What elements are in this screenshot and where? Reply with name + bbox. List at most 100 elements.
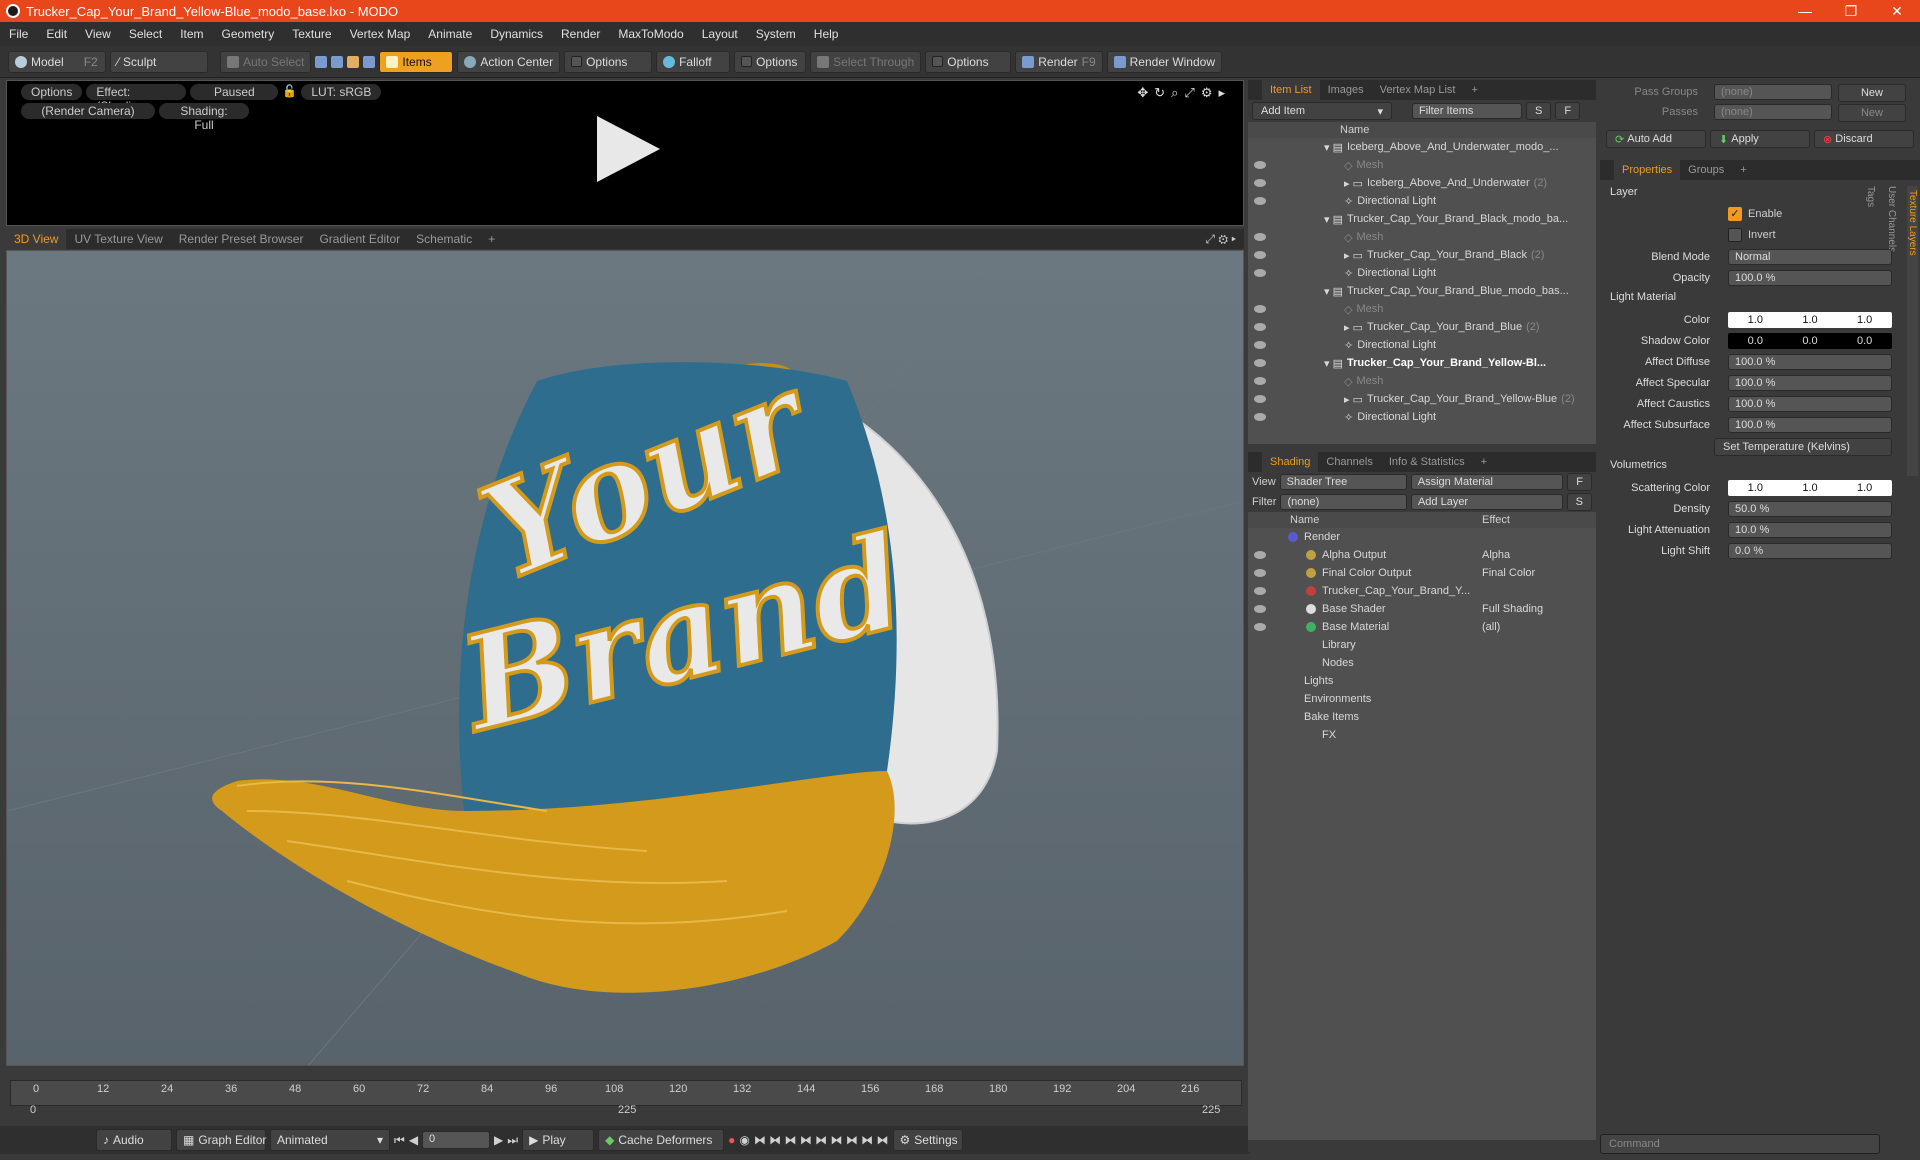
density-field[interactable]: 50.0 % xyxy=(1728,501,1892,517)
graph-editor-button[interactable]: ▦ Graph Editor xyxy=(176,1129,266,1151)
shadow-color-field[interactable]: 0.0 0.0 0.0 xyxy=(1728,333,1892,349)
menu-edit[interactable]: Edit xyxy=(37,27,76,41)
menu-layout[interactable]: Layout xyxy=(693,27,747,41)
action-center-options-button[interactable]: Options xyxy=(564,50,653,73)
tab-groups[interactable]: Groups xyxy=(1680,160,1732,180)
scattering-color-component[interactable]: 1.0 xyxy=(1857,480,1872,496)
tab-schematic[interactable]: Schematic xyxy=(408,229,480,249)
auto-select-button[interactable]: Auto Select xyxy=(220,50,312,73)
menu-item[interactable]: Item xyxy=(171,27,212,41)
shader-tree-row[interactable]: Trucker_Cap_Your_Brand_Y... xyxy=(1248,582,1596,600)
shader-layer-effect[interactable]: Alpha xyxy=(1482,549,1510,561)
record-icon[interactable]: ◉ xyxy=(739,1133,749,1147)
timeline-ruler[interactable]: 0 12 24 36 48 60 72 84 96 108 120 132 14… xyxy=(10,1080,1242,1106)
preview-paused-button[interactable]: Paused xyxy=(190,84,279,100)
new-pass-group-button[interactable]: New xyxy=(1838,84,1906,102)
menu-system[interactable]: System xyxy=(747,27,805,41)
affect-diffuse-field[interactable]: 100.0 % xyxy=(1728,354,1892,370)
gear-icon[interactable]: ⚙ xyxy=(1201,85,1213,101)
menu-animate[interactable]: Animate xyxy=(419,27,481,41)
shader-tree-row[interactable]: Base Shader Full Shading xyxy=(1248,600,1596,618)
last-frame-icon[interactable]: ⏭ xyxy=(507,1133,518,1148)
prev-key-icon[interactable]: ◀ xyxy=(409,1133,418,1147)
item-list-row[interactable]: ▾ ▤ Trucker_Cap_Your_Brand_Yellow-Bl... xyxy=(1248,354,1596,372)
affect-caustics-field[interactable]: 100.0 % xyxy=(1728,396,1892,412)
shader-tree-row[interactable]: Bake Items xyxy=(1248,708,1596,726)
color-component[interactable]: 1.0 xyxy=(1748,312,1763,328)
menu-file[interactable]: File xyxy=(0,27,37,41)
render-button[interactable]: Render F9 xyxy=(1015,50,1103,73)
affect-subsurface-field[interactable]: 100.0 % xyxy=(1728,417,1892,433)
shading-s-button[interactable]: S xyxy=(1566,493,1592,511)
filter-s-button[interactable]: S xyxy=(1526,102,1552,120)
tab-add[interactable]: + xyxy=(480,229,503,249)
materials-mode-icon[interactable] xyxy=(363,55,376,68)
timeline[interactable]: 0 12 24 36 48 60 72 84 96 108 120 132 14… xyxy=(6,1070,1244,1116)
play-icon[interactable] xyxy=(597,116,660,182)
visibility-eye-icon[interactable] xyxy=(1254,323,1266,331)
visibility-eye-icon[interactable] xyxy=(1254,269,1266,277)
shadow-color-component[interactable]: 0.0 xyxy=(1802,333,1817,349)
volumetrics-section[interactable]: Volumetrics xyxy=(1610,459,1667,471)
next-key-icon[interactable]: ▶ xyxy=(494,1133,503,1147)
tab-info-statistics[interactable]: Info & Statistics xyxy=(1381,452,1473,472)
visibility-eye-icon[interactable] xyxy=(1254,341,1266,349)
item-list-row[interactable]: ✧ Directional Light xyxy=(1248,408,1596,426)
expand-icon[interactable]: ⤢ xyxy=(1184,85,1194,101)
lock-icon[interactable]: 🔓 xyxy=(282,84,297,100)
tab-add[interactable]: + xyxy=(1732,160,1754,180)
visibility-eye-icon[interactable] xyxy=(1254,605,1266,613)
shader-tree-row[interactable]: Library xyxy=(1248,636,1596,654)
item-list-row[interactable]: ◇ Mesh xyxy=(1248,228,1596,246)
sculpt-mode-button[interactable]: ⁄ Sculpt xyxy=(110,50,208,73)
cache-deformers-button[interactable]: ◆ Cache Deformers xyxy=(598,1129,725,1151)
visibility-eye-icon[interactable] xyxy=(1254,377,1266,385)
shader-tree-row[interactable]: Environments xyxy=(1248,690,1596,708)
item-list-row[interactable]: ▾ ▤ Iceberg_Above_And_Underwater_modo_... xyxy=(1248,138,1596,156)
close-button[interactable]: ✕ xyxy=(1874,0,1920,22)
opacity-field[interactable]: 100.0 % xyxy=(1728,270,1892,286)
minimize-button[interactable]: — xyxy=(1782,0,1828,22)
color-component[interactable]: 1.0 xyxy=(1802,312,1817,328)
visibility-eye-icon[interactable] xyxy=(1254,179,1266,187)
assign-material-button[interactable]: Assign Material xyxy=(1410,474,1564,490)
tab-properties[interactable]: Properties xyxy=(1614,160,1681,180)
tab-render-preset-browser[interactable]: Render Preset Browser xyxy=(171,229,312,249)
tab-add[interactable]: + xyxy=(1463,80,1485,100)
menu-help[interactable]: Help xyxy=(805,27,848,41)
item-list-row[interactable]: ◇ Mesh xyxy=(1248,300,1596,318)
shader-layer-effect[interactable]: Full Shading xyxy=(1482,603,1543,615)
color-field[interactable]: 1.0 1.0 1.0 xyxy=(1728,312,1892,328)
visibility-eye-icon[interactable] xyxy=(1254,623,1266,631)
menu-maxtomodo[interactable]: MaxToModo xyxy=(609,27,692,41)
menu-geometry[interactable]: Geometry xyxy=(213,27,284,41)
blend-mode-field[interactable]: Normal xyxy=(1728,249,1892,265)
tab-uv-texture-view[interactable]: UV Texture View xyxy=(66,229,170,249)
item-list-row[interactable]: ▸ ▭ Trucker_Cap_Your_Brand_Black (2) xyxy=(1248,246,1596,264)
maximize-button[interactable]: ❐ xyxy=(1828,0,1874,22)
add-item-dropdown[interactable]: Add Item ▾ xyxy=(1252,102,1392,120)
tab-3d-view[interactable]: 3D View xyxy=(6,229,67,249)
enable-checkbox[interactable]: ✓ Enable xyxy=(1728,207,1782,221)
visibility-eye-icon[interactable] xyxy=(1254,551,1266,559)
zoom-icon[interactable]: ⌕ xyxy=(1171,85,1178,101)
menu-vertex-map[interactable]: Vertex Map xyxy=(341,27,420,41)
3d-viewport[interactable]: Your Brand xyxy=(6,250,1244,1066)
color-component[interactable]: 1.0 xyxy=(1857,312,1872,328)
affect-specular-field[interactable]: 100.0 % xyxy=(1728,375,1892,391)
move-icon[interactable]: ✥ xyxy=(1137,85,1148,101)
animated-dropdown[interactable]: Animated ▾ xyxy=(270,1129,390,1151)
set-temperature-button[interactable]: Set Temperature (Kelvins) xyxy=(1714,438,1892,456)
discard-button[interactable]: ⊗ Discard xyxy=(1814,130,1914,148)
tab-vertex-map-list[interactable]: Vertex Map List xyxy=(1372,80,1464,100)
vertices-mode-icon[interactable] xyxy=(315,55,328,68)
shadow-color-component[interactable]: 0.0 xyxy=(1748,333,1763,349)
visibility-eye-icon[interactable] xyxy=(1254,413,1266,421)
item-list-row[interactable]: ▾ ▤ Trucker_Cap_Your_Brand_Black_modo_ba.… xyxy=(1248,210,1596,228)
item-list-row[interactable]: ◇ Mesh xyxy=(1248,156,1596,174)
first-frame-icon[interactable]: ⏮ xyxy=(394,1133,405,1148)
falloff-button[interactable]: Falloff xyxy=(656,50,731,73)
refresh-icon[interactable]: ↻ xyxy=(1154,85,1165,101)
item-list-row[interactable]: ▸ ▭ Trucker_Cap_Your_Brand_Yellow-Blue (2) xyxy=(1248,390,1596,408)
menu-view[interactable]: View xyxy=(76,27,120,41)
